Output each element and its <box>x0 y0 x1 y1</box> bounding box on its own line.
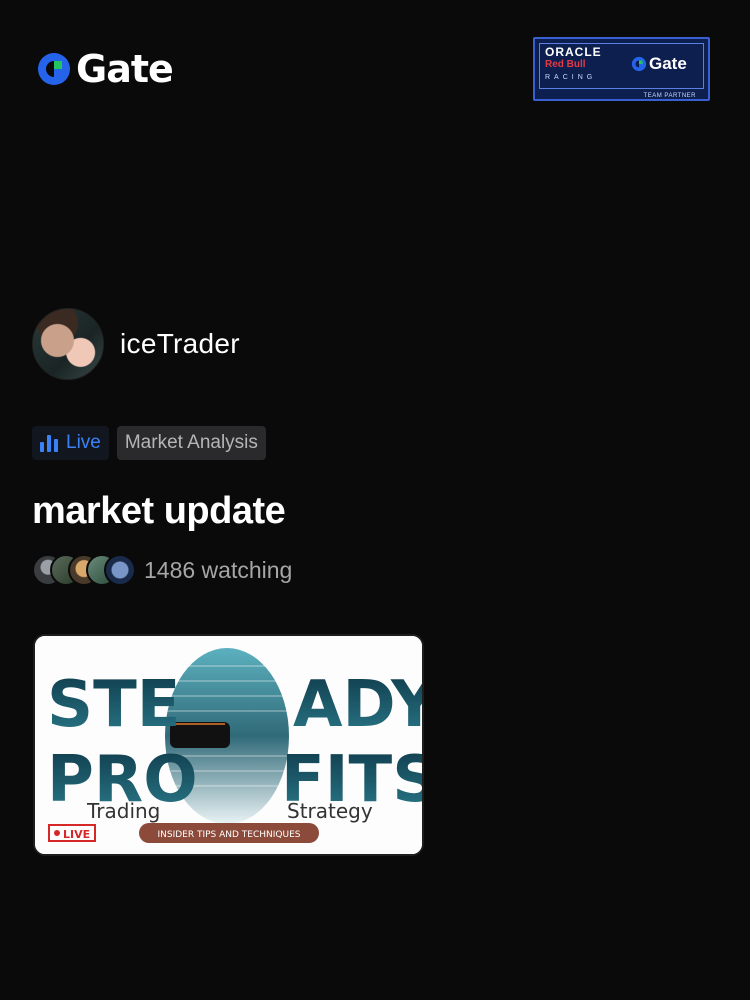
thumb-sub-right: Strategy <box>287 799 373 823</box>
thumb-sub-left: Trading <box>86 799 160 823</box>
partner-oracle-text: ORACLE <box>545 45 602 59</box>
live-tag-label: Live <box>66 432 101 453</box>
gate-logo-icon <box>631 56 647 72</box>
team-partner-badge: ORACLE Red Bull RACING Gate TEAM PARTNER <box>533 37 710 101</box>
gate-logo[interactable]: Gate <box>36 47 174 91</box>
live-tag: Live <box>32 426 109 460</box>
streamer-username[interactable]: iceTrader <box>120 328 240 360</box>
avatar[interactable] <box>32 308 104 380</box>
logo-text: Gate <box>76 47 174 91</box>
gate-logo-icon <box>38 53 70 85</box>
viewer-count: 1486 watching <box>32 554 292 586</box>
stream-title: market update <box>32 490 286 532</box>
thumb-banner: INSIDER TIPS AND TECHNIQUES <box>157 830 300 840</box>
partner-gate-text: Gate <box>649 54 687 73</box>
thumb-live-badge: LIVE <box>63 828 90 841</box>
partner-racing-text: RACING <box>545 74 597 81</box>
partner-gate-brand: Gate <box>631 54 687 74</box>
thumb-word1-right: ADY <box>293 668 422 742</box>
partner-caption: TEAM PARTNER <box>639 93 700 99</box>
stream-thumbnail[interactable]: STE ADY PRO FITS Trading Strategy LIVE I… <box>33 634 424 856</box>
watching-count: 1486 watching <box>144 556 293 583</box>
stream-tags: Live Market Analysis <box>32 426 266 460</box>
bar-chart-icon <box>40 434 58 452</box>
thumbnail-artwork: STE ADY PRO FITS Trading Strategy LIVE I… <box>35 636 422 854</box>
thumb-word1-left: STE <box>47 668 180 742</box>
category-tag[interactable]: Market Analysis <box>116 426 266 460</box>
partner-redbull-text: Red Bull <box>545 59 586 70</box>
streamer-profile[interactable]: iceTrader <box>32 308 240 380</box>
viewer-avatars <box>32 554 136 586</box>
viewer-avatar <box>104 554 136 586</box>
